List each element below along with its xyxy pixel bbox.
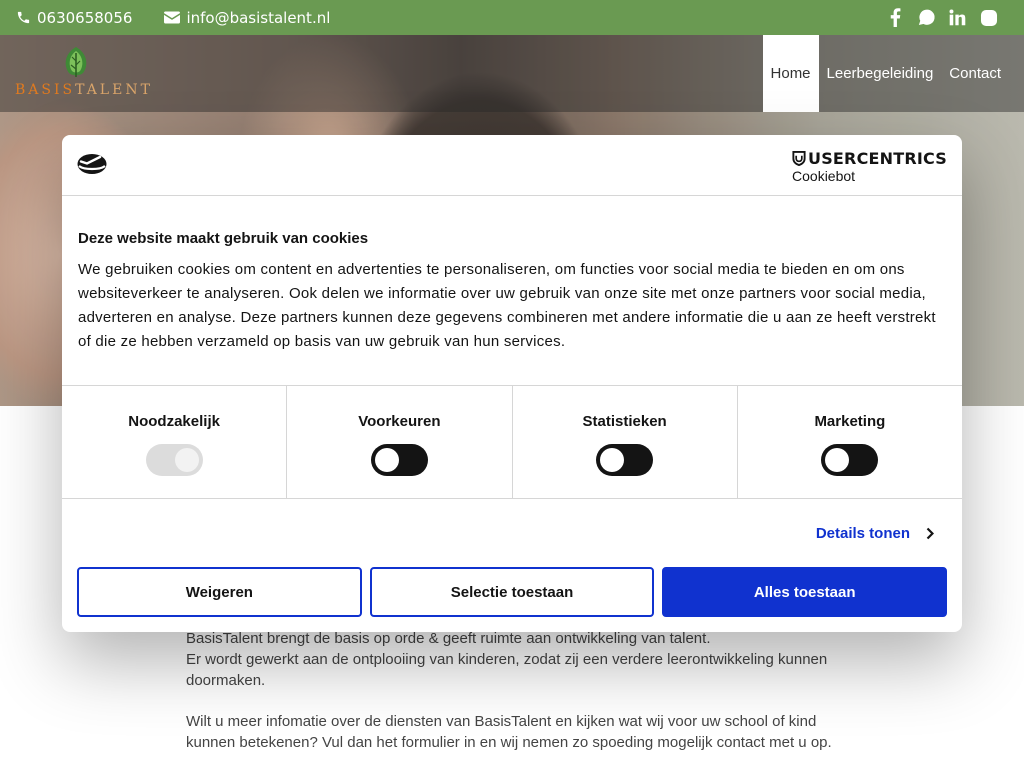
reject-button[interactable]: Weigeren <box>77 567 362 617</box>
toggle-label: Noodzakelijk <box>128 413 220 430</box>
envelope-icon <box>164 11 181 24</box>
marketing-switch[interactable] <box>821 444 879 476</box>
logo-text: BASISTALENT <box>15 82 153 98</box>
nav-contact[interactable]: Contact <box>941 35 1024 112</box>
instagram-icon[interactable] <box>979 8 998 27</box>
leaf-logo-icon <box>65 47 87 77</box>
shield-icon <box>792 151 806 166</box>
toggle-marketing: Marketing <box>738 386 962 498</box>
phone-icon <box>17 11 30 24</box>
brand-name: USERCENTRICS <box>808 149 947 168</box>
dialog-title: Deze website maakt gebruik van cookies <box>78 230 369 247</box>
details-toggle-link[interactable]: Details tonen <box>816 525 934 542</box>
toggle-label: Marketing <box>814 413 886 430</box>
intro-line-2: Er wordt gewerkt aan de ontplooiing van … <box>186 651 828 689</box>
logo-text-talent: TALENT <box>75 82 153 98</box>
consent-buttons: Weigeren Selectie toestaan Alles toestaa… <box>77 567 948 617</box>
social-links <box>886 8 998 27</box>
email-link[interactable]: info@basistalent.nl <box>164 9 330 27</box>
main-nav: Home Leerbegeleiding Contact <box>762 35 1024 112</box>
dialog-description: We gebruiken cookies om content en adver… <box>78 261 936 350</box>
allow-all-button[interactable]: Alles toestaan <box>662 567 948 617</box>
facebook-icon[interactable] <box>886 8 905 27</box>
allow-selection-button[interactable]: Selectie toestaan <box>369 567 655 617</box>
usercentrics-brand[interactable]: USERCENTRICS Cookiebot <box>792 149 947 184</box>
logo-text-basis: BASIS <box>15 82 76 98</box>
intro-text: BasisTalent brengt de basis op orde & ge… <box>186 628 846 768</box>
toggle-label: Voorkeuren <box>358 413 441 430</box>
toggle-label: Statistieken <box>582 413 667 430</box>
cookie-icon <box>77 154 107 174</box>
dialog-body: Deze website maakt gebruik van cookies W… <box>62 196 962 385</box>
statistics-switch[interactable] <box>596 444 654 476</box>
contact-paragraph: Wilt u meer infomatie over de diensten v… <box>186 713 832 751</box>
nav-home[interactable]: Home <box>762 35 819 112</box>
brand-sub: Cookiebot <box>792 168 856 184</box>
top-contact-bar: 0630658056 info@basistalent.nl <box>0 0 1024 35</box>
preferences-switch[interactable] <box>370 444 428 476</box>
chevron-right-icon <box>926 527 934 540</box>
switch-knob <box>825 448 850 472</box>
necessary-switch <box>145 444 203 476</box>
site-logo[interactable]: BASISTALENT <box>15 45 165 105</box>
toggle-statistics: Statistieken <box>513 386 738 498</box>
whatsapp-icon[interactable] <box>917 8 936 27</box>
details-row: Details tonen <box>62 499 962 569</box>
switch-knob <box>600 448 625 472</box>
nav-leerbegeleiding[interactable]: Leerbegeleiding <box>819 35 942 112</box>
contact-info: 0630658056 info@basistalent.nl <box>0 9 330 27</box>
main-navbar: BASISTALENT Home Leerbegeleiding Contact <box>0 35 1024 112</box>
intro-paragraph: BasisTalent brengt de basis op orde & ge… <box>186 628 846 691</box>
toggle-preferences: Voorkeuren <box>287 386 513 498</box>
cookie-consent-dialog: USERCENTRICS Cookiebot Deze website maak… <box>62 135 962 632</box>
dialog-header: USERCENTRICS Cookiebot <box>62 135 962 196</box>
phone-number: 0630658056 <box>37 8 133 27</box>
switch-knob <box>374 448 399 472</box>
toggle-necessary: Noodzakelijk <box>62 386 288 498</box>
consent-toggles: Noodzakelijk Voorkeuren Statistieken Mar… <box>62 385 962 499</box>
phone-link[interactable]: 0630658056 <box>16 9 132 27</box>
usercentrics-logo: USERCENTRICS <box>792 149 947 168</box>
intro-line-1: BasisTalent brengt de basis op orde & ge… <box>186 630 711 647</box>
details-label: Details tonen <box>815 525 910 542</box>
linkedin-icon[interactable] <box>948 8 967 27</box>
switch-knob <box>174 448 199 472</box>
email-address: info@basistalent.nl <box>186 8 331 27</box>
